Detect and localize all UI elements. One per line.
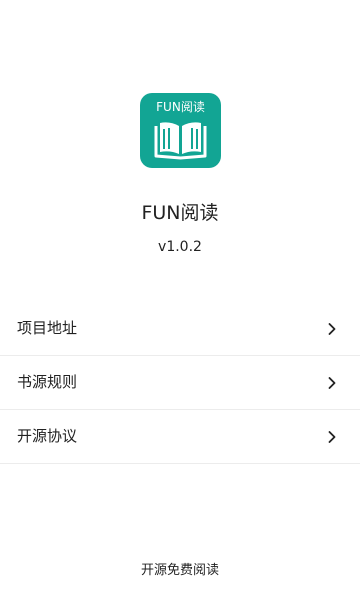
menu-item-project-url[interactable]: 项目地址 bbox=[0, 302, 360, 356]
chevron-right-icon bbox=[328, 377, 336, 389]
about-screen: { "app": { "logo_label": "FUN阅读", "logo_… bbox=[0, 0, 360, 600]
app-name: FUN阅读 bbox=[141, 202, 219, 224]
menu-item-open-source-license[interactable]: 开源协议 bbox=[0, 410, 360, 464]
open-book-icon bbox=[154, 122, 207, 160]
app-logo: FUN阅读 bbox=[140, 93, 221, 168]
menu-item-label: 项目地址 bbox=[17, 319, 78, 337]
app-logo-label: FUN阅读 bbox=[156, 100, 205, 114]
chevron-right-icon bbox=[328, 431, 336, 443]
app-version: v1.0.2 bbox=[158, 239, 202, 255]
footer-text: 开源免费阅读 bbox=[140, 563, 219, 578]
chevron-right-icon bbox=[328, 323, 336, 335]
menu-item-label: 书源规则 bbox=[17, 373, 78, 391]
about-menu: 项目地址 书源规则 开源协议 bbox=[0, 302, 360, 464]
menu-item-label: 开源协议 bbox=[17, 427, 78, 445]
menu-item-source-rules[interactable]: 书源规则 bbox=[0, 356, 360, 410]
